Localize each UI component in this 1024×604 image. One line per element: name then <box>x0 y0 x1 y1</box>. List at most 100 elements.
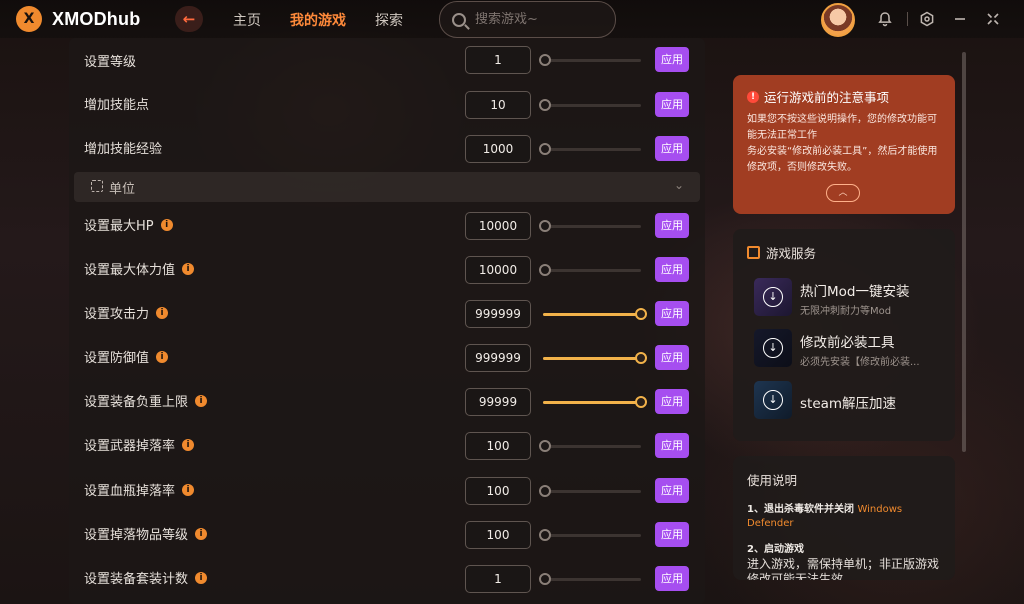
notice-card: ! 运行游戏前的注意事项 如果您不按这些说明操作，您的修改功能可能无法正常工作 … <box>733 75 955 214</box>
setting-label: 设置最大HP i <box>84 215 173 234</box>
info-icon[interactable]: i <box>195 527 208 540</box>
info-icon[interactable]: i <box>182 438 195 451</box>
service-item-mod-install[interactable]: ↓ 热门Mod一键安装 无限冲刺耐力等Mod <box>754 278 949 318</box>
setting-label-text: 设置掉落物品等级 <box>84 528 189 543</box>
right-scrollbar[interactable] <box>962 52 966 452</box>
setting-slider[interactable] <box>539 485 641 497</box>
nav-explore[interactable]: 探索 <box>375 10 403 30</box>
guide-step-2: 2、启动游戏 <box>747 544 804 555</box>
setting-value-input[interactable]: 999999 <box>465 300 531 328</box>
service-item-steam-accelerate[interactable]: ↓ steam解压加速 <box>754 381 949 421</box>
slider-knob[interactable] <box>539 54 551 66</box>
setting-value-input[interactable]: 10000 <box>465 212 531 240</box>
setting-value-input[interactable]: 1 <box>465 46 531 74</box>
setting-slider[interactable] <box>539 264 641 276</box>
setting-slider[interactable] <box>543 308 647 320</box>
arrow-left-icon: ← <box>182 10 196 28</box>
setting-label: 设置武器掉落率 i <box>84 435 195 454</box>
setting-label-text: 设置装备负重上限 <box>84 395 189 410</box>
apply-button[interactable]: 应用 <box>655 92 689 117</box>
info-icon[interactable]: i <box>182 483 195 496</box>
search-box[interactable] <box>439 1 616 38</box>
apply-button[interactable]: 应用 <box>655 522 689 547</box>
slider-knob[interactable] <box>539 264 551 276</box>
setting-label: 设置装备套装计数 i <box>84 568 208 587</box>
apply-button[interactable]: 应用 <box>655 389 689 414</box>
setting-value-input[interactable]: 100 <box>465 477 531 505</box>
minimize-icon[interactable] <box>952 11 968 27</box>
service-name: 热门Mod一键安装 <box>800 284 910 300</box>
slider-knob[interactable] <box>635 308 647 320</box>
apply-button[interactable]: 应用 <box>655 257 689 282</box>
info-icon[interactable]: i <box>195 394 208 407</box>
apply-button[interactable]: 应用 <box>655 213 689 238</box>
download-icon: ↓ <box>763 390 783 410</box>
info-icon[interactable]: i <box>156 350 169 363</box>
guide-step-1: 1、退出杀毒软件并关闭 Windows Defender <box>747 503 941 531</box>
service-thumb: ↓ <box>754 329 792 367</box>
setting-slider[interactable] <box>539 440 641 452</box>
search-input[interactable] <box>475 12 605 27</box>
slider-knob[interactable] <box>635 396 647 408</box>
settings-hex-icon[interactable] <box>919 11 935 27</box>
setting-label-text: 设置装备套装计数 <box>84 572 189 587</box>
apply-button[interactable]: 应用 <box>655 136 689 161</box>
bell-icon[interactable] <box>877 11 893 27</box>
apply-button[interactable]: 应用 <box>655 301 689 326</box>
slider-knob[interactable] <box>539 220 551 232</box>
setting-slider[interactable] <box>539 54 641 66</box>
slider-knob[interactable] <box>539 485 551 497</box>
setting-value-input[interactable]: 10000 <box>465 256 531 284</box>
slider-knob[interactable] <box>539 99 551 111</box>
section-unit-header[interactable]: 单位 ⌄ <box>74 172 700 202</box>
slider-knob[interactable] <box>635 352 647 364</box>
setting-slider[interactable] <box>543 396 647 408</box>
setting-label-text: 设置最大体力值 <box>84 263 176 278</box>
setting-value-input[interactable]: 1000 <box>465 135 531 163</box>
info-icon[interactable]: i <box>160 218 173 231</box>
setting-slider[interactable] <box>539 220 641 232</box>
setting-value-input[interactable]: 100 <box>465 521 531 549</box>
slider-knob[interactable] <box>539 529 551 541</box>
setting-value-input[interactable]: 1 <box>465 565 531 593</box>
setting-value-input[interactable]: 99999 <box>465 388 531 416</box>
apply-button[interactable]: 应用 <box>655 47 689 72</box>
info-icon[interactable]: i <box>182 262 195 275</box>
slider-knob[interactable] <box>539 440 551 452</box>
download-icon: ↓ <box>763 338 783 358</box>
collapse-button[interactable]: ︿ <box>826 184 860 202</box>
back-button[interactable]: ← <box>175 6 203 32</box>
setting-label: 增加技能经验 <box>84 142 163 157</box>
setting-slider[interactable] <box>543 352 647 364</box>
game-services-card: 游戏服务 ↓ 热门Mod一键安装 无限冲刺耐力等Mod ↓ 修改前必装工具 必须… <box>733 229 955 441</box>
service-item-required-tool[interactable]: ↓ 修改前必装工具 必须先安装【修改前必装... <box>754 329 949 369</box>
setting-value-input[interactable]: 100 <box>465 432 531 460</box>
slider-knob[interactable] <box>539 143 551 155</box>
notice-header: ! 运行游戏前的注意事项 <box>747 87 941 106</box>
setting-value-input[interactable]: 999999 <box>465 344 531 372</box>
setting-row: 增加技能点 10 应用 <box>69 82 705 126</box>
setting-slider[interactable] <box>539 143 641 155</box>
nav-home[interactable]: 主页 <box>233 10 261 30</box>
top-bar: X XMODhub ← 主页 我的游戏 探索 <box>0 0 1024 38</box>
info-icon[interactable]: i <box>156 306 169 319</box>
slider-fill <box>543 313 641 316</box>
setting-slider[interactable] <box>539 529 641 541</box>
setting-slider[interactable] <box>539 99 641 111</box>
setting-label-text: 设置血瓶掉落率 <box>84 484 176 499</box>
info-icon[interactable]: i <box>195 571 208 584</box>
apply-button[interactable]: 应用 <box>655 478 689 503</box>
app-logo[interactable]: X XMODhub <box>16 6 140 32</box>
apply-button[interactable]: 应用 <box>655 345 689 370</box>
apply-button[interactable]: 应用 <box>655 566 689 591</box>
setting-row: 设置最大体力值 i 10000 应用 <box>69 247 705 291</box>
nav-my-games[interactable]: 我的游戏 <box>290 10 346 30</box>
avatar[interactable] <box>821 3 855 37</box>
apply-button[interactable]: 应用 <box>655 433 689 458</box>
setting-value-input[interactable]: 10 <box>465 91 531 119</box>
close-icon[interactable] <box>985 11 1001 27</box>
slider-knob[interactable] <box>539 573 551 585</box>
setting-label: 设置防御值 i <box>84 347 169 366</box>
setting-slider[interactable] <box>539 573 641 585</box>
chevron-down-icon[interactable]: ⌄ <box>674 178 684 192</box>
